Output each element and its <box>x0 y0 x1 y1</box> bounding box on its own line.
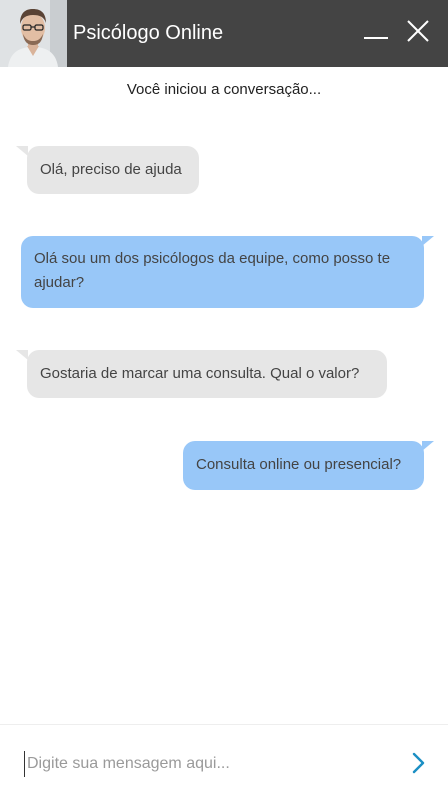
chat-title: Psicólogo Online <box>73 22 224 44</box>
message-bubble-incoming: Olá, preciso de ajuda <box>27 146 199 194</box>
message-bubble-outgoing: Consulta online ou presencial? <box>183 441 424 490</box>
chevron-right-icon <box>412 752 425 774</box>
bubble-tail <box>422 441 434 451</box>
minimize-icon <box>364 37 388 39</box>
minimize-button[interactable] <box>360 18 392 50</box>
close-icon <box>407 20 429 42</box>
conversation-started-notice: Você iniciou a conversação... <box>126 81 322 98</box>
bubble-tail <box>422 236 434 246</box>
avatar-photo <box>0 0 67 67</box>
message-bubble-outgoing: Olá sou um dos psicólogos da equipe, com… <box>21 236 424 308</box>
chat-header: Psicólogo Online <box>0 0 448 67</box>
close-button[interactable] <box>401 14 435 48</box>
message-bubble-incoming: Gostaria de marcar uma consulta. Qual o … <box>27 350 387 398</box>
message-input[interactable] <box>24 751 397 777</box>
avatar <box>0 0 67 67</box>
message-composer <box>0 724 448 801</box>
bubble-tail <box>16 146 28 156</box>
bubble-tail <box>16 350 28 360</box>
send-button[interactable] <box>404 749 432 777</box>
